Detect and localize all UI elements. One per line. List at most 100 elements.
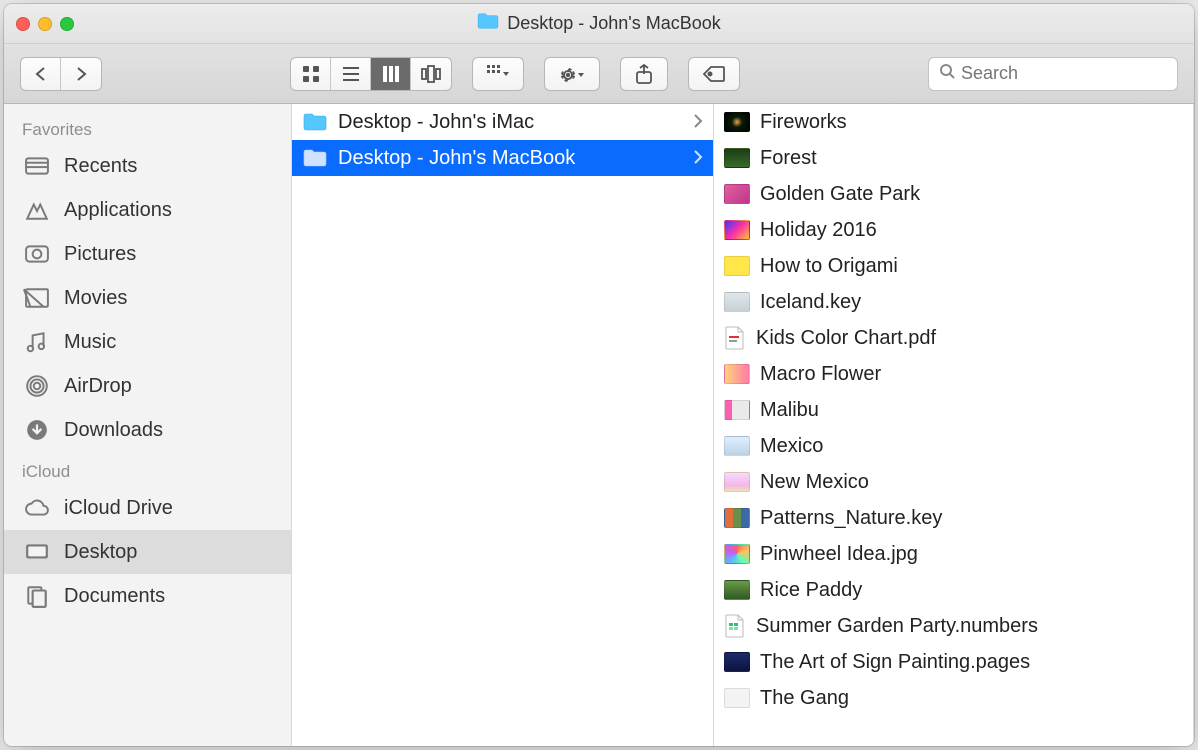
back-button[interactable] [21,58,61,90]
finder-window: Desktop - John's MacBook [4,4,1194,746]
minimize-button[interactable] [38,17,52,31]
desktop-icon [22,539,52,565]
file-row[interactable]: Iceland.key [714,284,1193,320]
file-row[interactable]: Golden Gate Park [714,176,1193,212]
row-label: Holiday 2016 [760,219,877,242]
sidebar-item-label: Applications [64,199,172,222]
file-row[interactable]: Summer Garden Party.numbers [714,608,1193,644]
sidebar-section-label: Favorites [4,110,291,144]
image-icon [724,184,750,204]
chevron-right-icon [693,147,703,170]
keynote-icon [724,292,750,312]
sidebar-item-label: Movies [64,287,127,310]
image-icon [724,256,750,276]
sidebar-item-label: Documents [64,585,165,608]
file-row[interactable]: Kids Color Chart.pdf [714,320,1193,356]
file-row[interactable]: The Gang [714,680,1193,716]
folder-row[interactable]: Desktop - John's iMac [292,104,713,140]
sidebar-item-label: Pictures [64,243,136,266]
movies-icon [22,285,52,311]
search-input[interactable] [961,63,1193,84]
sidebar: FavoritesRecents Applications Pictures Movi… [4,104,292,746]
traffic-lights [16,17,74,31]
file-row[interactable]: Rice Paddy [714,572,1193,608]
keynote-icon [724,508,750,528]
sidebar-item-downloads[interactable]: Downloads [4,408,291,452]
view-icon-button[interactable] [291,58,331,90]
zoom-button[interactable] [60,17,74,31]
row-label: Patterns_Nature.key [760,507,942,530]
file-row[interactable]: New Mexico [714,464,1193,500]
sidebar-item-airdrop[interactable]: AirDrop [4,364,291,408]
tags-button[interactable] [688,57,740,91]
file-row[interactable]: Holiday 2016 [714,212,1193,248]
file-row[interactable]: The Art of Sign Painting.pages [714,644,1193,680]
view-mode-switch [290,57,452,91]
airdrop-icon [22,373,52,399]
file-row[interactable]: Pinwheel Idea.jpg [714,536,1193,572]
folder-row[interactable]: Desktop - John's MacBook [292,140,713,176]
column-1: Fireworks Forest Golden Gate Park Holiday 2… [714,104,1194,746]
recents-icon [22,153,52,179]
file-row[interactable]: Macro Flower [714,356,1193,392]
sidebar-item-documents[interactable]: Documents [4,574,291,618]
music-icon [22,329,52,355]
file-row[interactable]: Patterns_Nature.key [714,500,1193,536]
view-list-button[interactable] [331,58,371,90]
action-dropdown[interactable] [544,57,600,91]
pages-icon [724,652,750,672]
group-by-dropdown[interactable] [472,57,524,91]
row-label: Mexico [760,435,823,458]
forward-button[interactable] [61,58,101,90]
row-label: Rice Paddy [760,579,862,602]
applications-icon [22,197,52,223]
row-label: Fireworks [760,111,847,134]
sidebar-item-label: Music [64,331,116,354]
search-field[interactable] [928,57,1178,91]
row-label: Desktop - John's iMac [338,111,534,134]
row-label: The Art of Sign Painting.pages [760,651,1030,674]
image-icon [724,112,750,132]
image-icon [724,472,750,492]
column-browser: Desktop - John's iMac Desktop - John's Ma… [292,104,1194,746]
sidebar-item-label: Desktop [64,541,137,564]
row-label: New Mexico [760,471,869,494]
row-label: Pinwheel Idea.jpg [760,543,918,566]
view-column-button[interactable] [371,58,411,90]
file-row[interactable]: How to Origami [714,248,1193,284]
sidebar-item-label: iCloud Drive [64,497,173,520]
sidebar-item-applications[interactable]: Applications [4,188,291,232]
pdf-icon [724,326,746,350]
image-icon [724,544,750,564]
title-folder-icon [477,12,499,35]
file-row[interactable]: Mexico [714,428,1193,464]
row-label: Malibu [760,399,819,422]
row-label: Forest [760,147,817,170]
sidebar-item-icloud[interactable]: iCloud Drive [4,486,291,530]
row-label: How to Origami [760,255,898,278]
sidebar-item-label: AirDrop [64,375,132,398]
image-icon [724,220,750,240]
sidebar-item-desktop[interactable]: Desktop [4,530,291,574]
image-icon [724,688,750,708]
file-row[interactable]: Forest [714,140,1193,176]
file-row[interactable]: Fireworks [714,104,1193,140]
image-icon [724,400,750,420]
row-label: The Gang [760,687,849,710]
toolbar [4,44,1194,104]
nav-back-forward [20,57,102,91]
sidebar-item-movies[interactable]: Movies [4,276,291,320]
image-icon [724,436,750,456]
image-icon [724,580,750,600]
icloud-icon [22,495,52,521]
sidebar-item-music[interactable]: Music [4,320,291,364]
file-row[interactable]: Malibu [714,392,1193,428]
share-button[interactable] [620,57,668,91]
folder-icon [302,112,328,132]
sidebar-item-pictures[interactable]: Pictures [4,232,291,276]
sidebar-item-recents[interactable]: Recents [4,144,291,188]
close-button[interactable] [16,17,30,31]
row-label: Desktop - John's MacBook [338,147,575,170]
search-icon [939,63,955,84]
view-gallery-button[interactable] [411,58,451,90]
